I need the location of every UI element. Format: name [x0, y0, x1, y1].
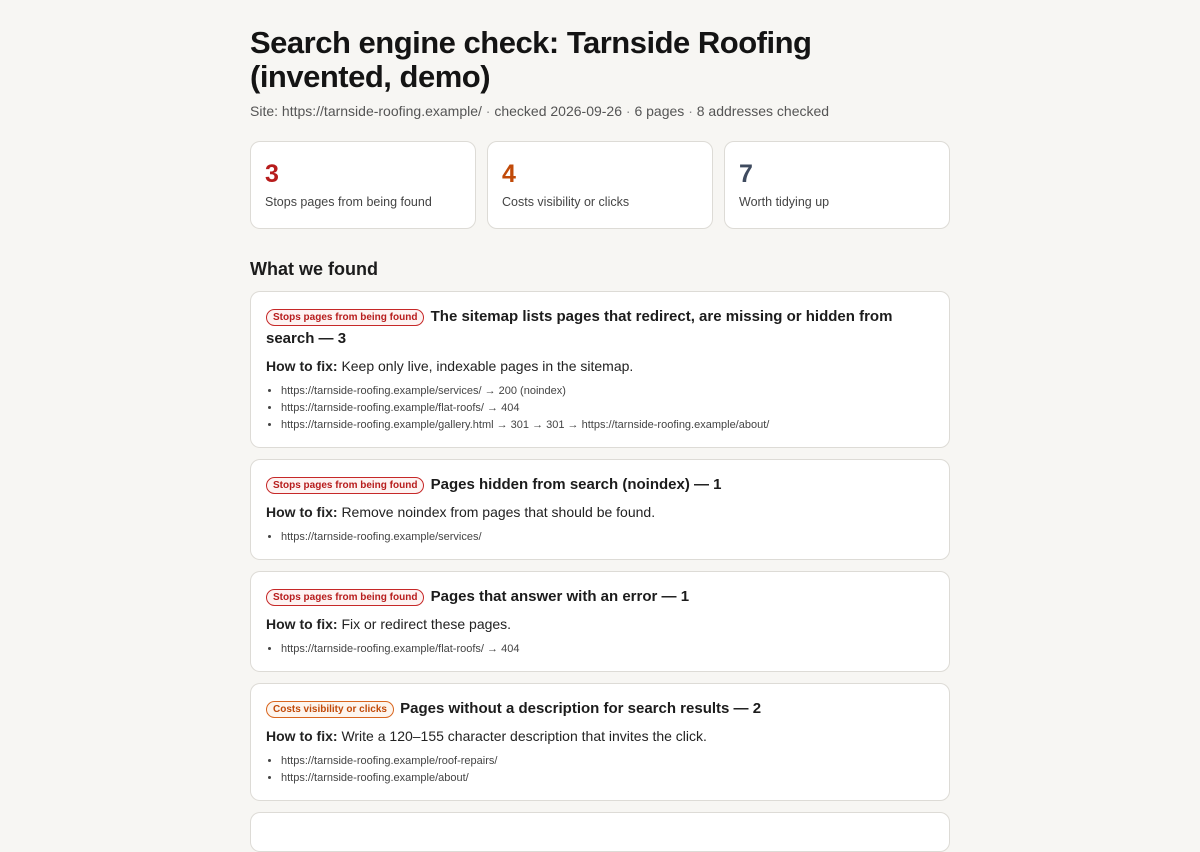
fix-label: How to fix: — [266, 728, 338, 744]
meta-separator: · — [625, 103, 631, 119]
fix-line: How to fix: Remove noindex from pages th… — [266, 503, 934, 522]
url-list: https://tarnside-roofing.example/roof-re… — [266, 753, 934, 787]
fix-text: Fix or redirect these pages. — [341, 616, 512, 632]
section-title: What we found — [250, 259, 378, 279]
url-item: https://tarnside-roofing.example/roof-re… — [281, 753, 934, 770]
fix-line: How to fix: Keep only live, indexable pa… — [266, 357, 934, 376]
checked-date: checked 2026-09-26 — [494, 103, 623, 119]
summary-card-warning: 4 Costs visibility or clicks — [487, 141, 713, 229]
summary-card-minor: 7 Worth tidying up — [724, 141, 950, 229]
url-list: https://tarnside-roofing.example/service… — [266, 529, 934, 546]
url-item: https://tarnside-roofing.example/flat-ro… — [281, 641, 934, 658]
fix-label: How to fix: — [266, 616, 338, 632]
fix-text: Remove noindex from pages that should be… — [341, 504, 656, 520]
summary-cards: 3 Stops pages from being found 4 Costs v… — [250, 141, 950, 229]
finding-heading: Stops pages from being found Pages that … — [266, 586, 934, 608]
meta-separator: · — [688, 103, 693, 119]
url-item: https://tarnside-roofing.example/flat-ro… — [281, 400, 934, 417]
page-count: 6 pages — [634, 103, 685, 119]
url-item: https://tarnside-roofing.example/service… — [281, 529, 934, 546]
fix-line: How to fix: Write a 120–155 character de… — [266, 727, 934, 746]
summary-count: 7 — [739, 160, 753, 188]
url-item: https://tarnside-roofing.example/gallery… — [281, 417, 934, 434]
site-url: Site: https://tarnside-roofing.example/ — [250, 103, 482, 119]
finding-card: Stops pages from being found Pages hidde… — [250, 459, 950, 560]
fix-text: Write a 120–155 character description th… — [341, 728, 707, 744]
finding-title: Pages that answer with an error — 1 — [430, 588, 690, 605]
meta-separator: · — [485, 103, 491, 119]
finding-title: Pages without a description for search r… — [400, 700, 762, 717]
finding-title: Pages hidden from search (noindex) — 1 — [430, 476, 722, 493]
finding-heading: Costs visibility or clicks Pages without… — [266, 698, 934, 720]
summary-label: Costs visibility or clicks — [502, 195, 630, 209]
url-list: https://tarnside-roofing.example/service… — [266, 383, 934, 434]
url-list: https://tarnside-roofing.example/flat-ro… — [266, 641, 934, 658]
summary-count: 3 — [265, 160, 279, 188]
report: Search engine check: Tarnside Roofing (i… — [250, 26, 950, 852]
summary-card-critical: 3 Stops pages from being found — [250, 141, 476, 229]
severity-badge: Costs visibility or clicks — [266, 701, 394, 718]
address-count: 8 addresses checked — [696, 103, 830, 119]
url-item: https://tarnside-roofing.example/about/ — [281, 770, 934, 787]
site-meta: Site: https://tarnside-roofing.example/ … — [250, 102, 950, 120]
finding-card: Costs visibility or clicks Pages without… — [250, 683, 950, 801]
fix-label: How to fix: — [266, 358, 338, 374]
finding-heading: Stops pages from being found The sitemap… — [266, 306, 934, 350]
findings-list: Stops pages from being found The sitemap… — [250, 291, 950, 852]
fix-text: Keep only live, indexable pages in the s… — [341, 358, 634, 374]
severity-badge: Stops pages from being found — [266, 309, 425, 326]
finding-card-partial — [250, 812, 950, 852]
summary-count: 4 — [502, 160, 516, 188]
severity-badge: Stops pages from being found — [266, 477, 425, 494]
severity-badge: Stops pages from being found — [266, 589, 425, 606]
fix-line: How to fix: Fix or redirect these pages. — [266, 615, 934, 634]
summary-label: Stops pages from being found — [265, 195, 432, 209]
finding-card: Stops pages from being found The sitemap… — [250, 291, 950, 448]
summary-label: Worth tidying up — [739, 195, 830, 209]
finding-heading: Stops pages from being found Pages hidde… — [266, 474, 934, 496]
finding-card: Stops pages from being found Pages that … — [250, 571, 950, 672]
url-item: https://tarnside-roofing.example/service… — [281, 383, 934, 400]
page-title: Search engine check: Tarnside Roofing (i… — [250, 25, 812, 94]
fix-label: How to fix: — [266, 504, 338, 520]
